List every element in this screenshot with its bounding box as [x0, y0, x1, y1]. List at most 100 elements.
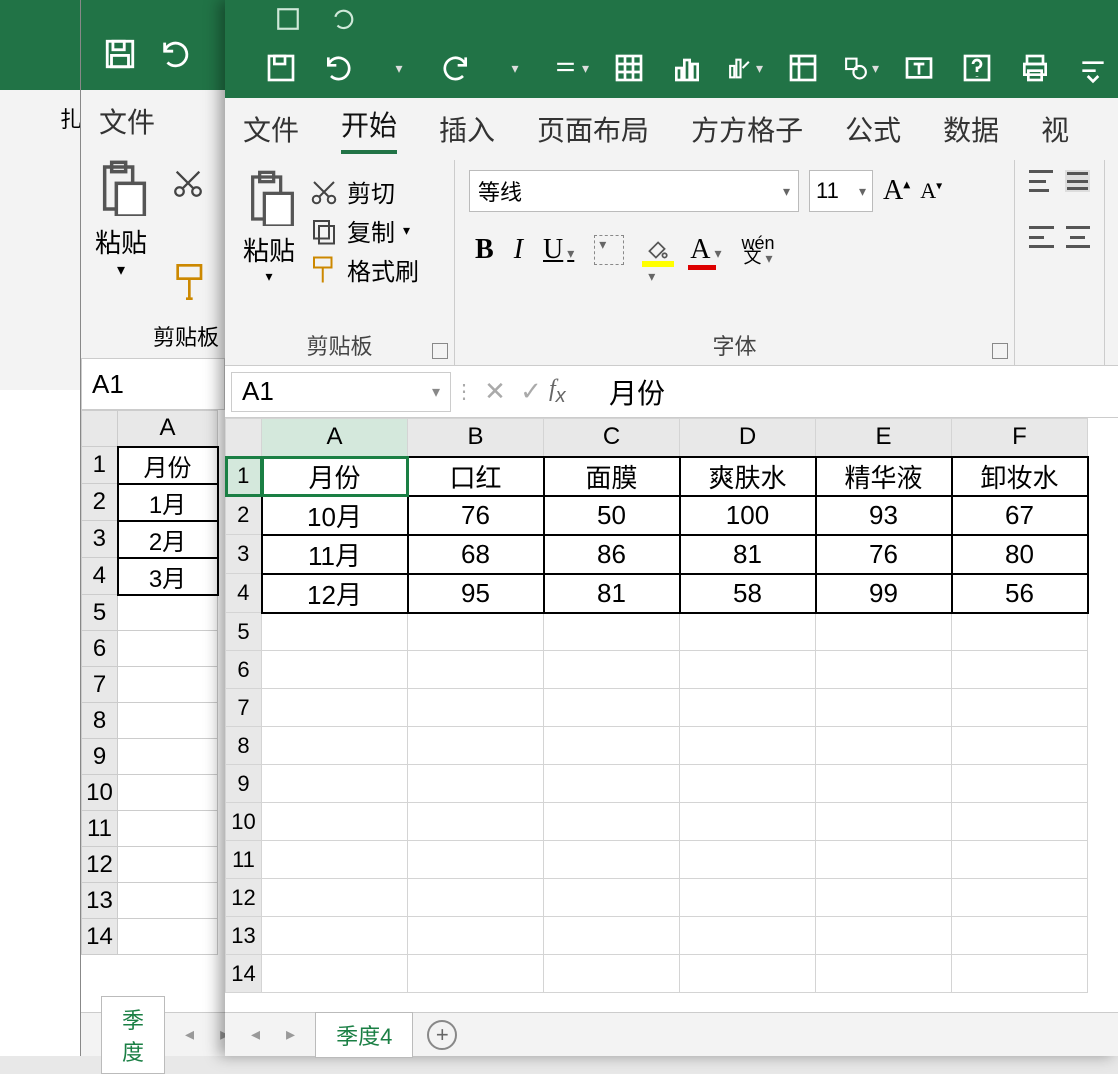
cell[interactable]: [816, 689, 952, 727]
cell[interactable]: 口红: [408, 457, 544, 496]
column-header-D[interactable]: D: [680, 419, 816, 457]
row-header[interactable]: 14: [226, 955, 262, 993]
column-header-A[interactable]: A: [262, 419, 408, 457]
row-header[interactable]: 9: [226, 765, 262, 803]
cut-icon[interactable]: [171, 166, 205, 205]
row-header[interactable]: 4: [82, 558, 118, 595]
cell[interactable]: [118, 775, 218, 811]
row-header[interactable]: 8: [82, 703, 118, 739]
row-header[interactable]: 12: [82, 847, 118, 883]
cell[interactable]: [408, 689, 544, 727]
cell[interactable]: [544, 613, 680, 651]
cell[interactable]: [262, 689, 408, 727]
row-header[interactable]: 13: [82, 883, 118, 919]
cell[interactable]: [680, 841, 816, 879]
qat-customize[interactable]: [1075, 50, 1111, 86]
select-all-corner[interactable]: [82, 411, 118, 447]
tab-nav-next[interactable]: ▸: [280, 1024, 301, 1045]
row-header[interactable]: 7: [226, 689, 262, 727]
row-header[interactable]: 6: [226, 651, 262, 689]
cell[interactable]: [408, 651, 544, 689]
bold-button[interactable]: B: [475, 234, 494, 266]
cell[interactable]: [118, 739, 218, 775]
cell[interactable]: [544, 879, 680, 917]
cell[interactable]: [262, 651, 408, 689]
cell[interactable]: [408, 765, 544, 803]
cell[interactable]: [408, 803, 544, 841]
menu-view[interactable]: 视: [1041, 109, 1069, 149]
name-box[interactable]: A1: [81, 358, 225, 410]
cell[interactable]: [118, 883, 218, 919]
cell[interactable]: 月份: [262, 457, 408, 496]
cell[interactable]: 1月: [118, 484, 218, 521]
cell[interactable]: [816, 651, 952, 689]
cell[interactable]: [680, 917, 816, 955]
sheet-tab[interactable]: 季度: [101, 996, 165, 1074]
decrease-font-icon[interactable]: A▾: [920, 178, 942, 204]
undo-dropdown[interactable]: [379, 50, 415, 86]
cell[interactable]: [544, 689, 680, 727]
menu-layout[interactable]: 页面布局: [537, 109, 649, 149]
textbox-icon[interactable]: [901, 50, 937, 86]
font-size-select[interactable]: 11▾: [809, 170, 873, 212]
row-header[interactable]: 14: [82, 919, 118, 955]
column-header-A[interactable]: A: [118, 411, 218, 447]
row-header[interactable]: 3: [226, 535, 262, 574]
cell[interactable]: 99: [816, 574, 952, 613]
formula-value[interactable]: 月份: [589, 372, 665, 412]
cell[interactable]: 2月: [118, 521, 218, 558]
row-header[interactable]: 2: [226, 496, 262, 535]
cell[interactable]: 95: [408, 574, 544, 613]
qat-more[interactable]: [553, 50, 589, 86]
cell[interactable]: [408, 841, 544, 879]
row-header[interactable]: 4: [226, 574, 262, 613]
format-painter-button[interactable]: 格式刷: [309, 252, 419, 287]
group-launcher-icon[interactable]: [432, 343, 448, 359]
menu-formula[interactable]: 公式: [845, 109, 901, 149]
cell[interactable]: 100: [680, 496, 816, 535]
menu-home[interactable]: 开始: [341, 104, 397, 154]
select-all-corner[interactable]: [226, 419, 262, 457]
menu-fangfang[interactable]: 方方格子: [691, 109, 803, 149]
cell[interactable]: [544, 803, 680, 841]
save-icon[interactable]: [101, 35, 139, 73]
cell[interactable]: 爽肤水: [680, 457, 816, 496]
chevron-down-icon[interactable]: ▾: [239, 268, 299, 285]
cell[interactable]: [408, 727, 544, 765]
paste-button[interactable]: 粘贴 ▾: [91, 160, 151, 280]
cell[interactable]: [816, 727, 952, 765]
cell[interactable]: [952, 917, 1088, 955]
cell[interactable]: [952, 879, 1088, 917]
row-header[interactable]: 7: [82, 667, 118, 703]
redo-dropdown[interactable]: [495, 50, 531, 86]
enter-icon[interactable]: ✓: [513, 376, 549, 407]
row-header[interactable]: 13: [226, 917, 262, 955]
row-header[interactable]: 5: [226, 613, 262, 651]
cell[interactable]: [952, 841, 1088, 879]
cell[interactable]: 80: [952, 535, 1088, 574]
tab-nav-prev[interactable]: ◂: [179, 1024, 200, 1045]
table-icon[interactable]: [611, 50, 647, 86]
align-top-icon[interactable]: [1029, 170, 1053, 192]
cell[interactable]: 86: [544, 535, 680, 574]
cell[interactable]: [816, 803, 952, 841]
phonetic-guide-button[interactable]: wén文: [742, 236, 775, 265]
cell[interactable]: [262, 727, 408, 765]
cell[interactable]: [952, 689, 1088, 727]
chevron-down-icon[interactable]: ▾: [403, 222, 410, 239]
spreadsheet-grid[interactable]: A 1月份21月32月43月567891011121314: [81, 410, 225, 955]
chart-type-icon[interactable]: [727, 50, 763, 86]
cell[interactable]: [816, 955, 952, 993]
cell[interactable]: 12月: [262, 574, 408, 613]
cell[interactable]: [262, 955, 408, 993]
cell[interactable]: 56: [952, 574, 1088, 613]
row-header[interactable]: 10: [82, 775, 118, 811]
cell[interactable]: [408, 955, 544, 993]
menu-data[interactable]: 数据: [943, 109, 999, 149]
cell[interactable]: [544, 955, 680, 993]
row-header[interactable]: 12: [226, 879, 262, 917]
row-header[interactable]: 8: [226, 727, 262, 765]
italic-button[interactable]: I: [514, 234, 523, 266]
column-header-E[interactable]: E: [816, 419, 952, 457]
cell[interactable]: [816, 613, 952, 651]
